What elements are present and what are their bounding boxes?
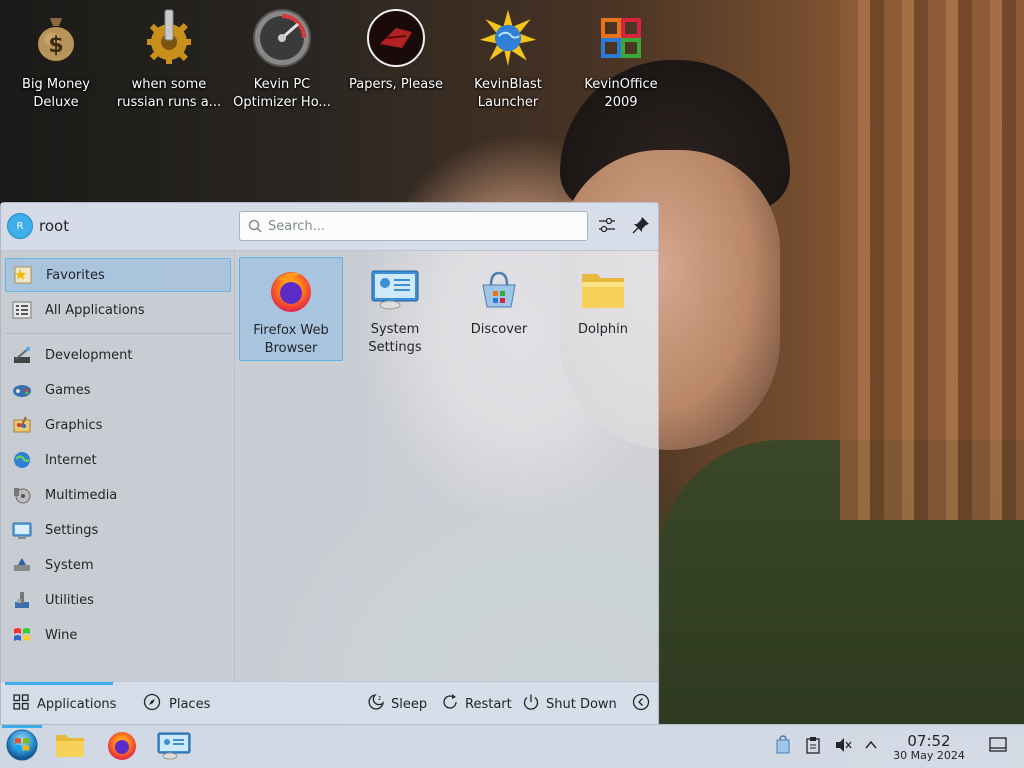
show-desktop-button[interactable] [986, 725, 1010, 768]
category-utilities[interactable]: Utilities [5, 583, 231, 617]
desktop-icon-papers-please[interactable]: Papers, Please [342, 8, 450, 116]
globe-star-icon [478, 8, 538, 68]
desktop-icon-label: Big Money Deluxe [21, 77, 90, 110]
category-settings[interactable]: Settings [5, 513, 231, 547]
gear-icon [139, 8, 199, 68]
desktop-icon-label: when some russian runs a... [116, 77, 222, 110]
office-logo-icon [591, 8, 651, 68]
applications-grid-icon [13, 694, 29, 714]
app-system-settings[interactable]: System Settings [343, 257, 447, 361]
pin-icon [632, 216, 650, 238]
svg-text:z: z [378, 695, 381, 702]
system-settings-icon [157, 730, 191, 764]
app-dolphin[interactable]: Dolphin [551, 257, 655, 361]
sleep-button[interactable]: z Sleep [367, 682, 427, 726]
pin-button[interactable] [629, 215, 653, 239]
system-icon [11, 554, 33, 576]
desktop-icon-label: Kevin PC Optimizer Ho... [233, 77, 331, 110]
settings-icon [11, 519, 33, 541]
category-favorites[interactable]: Favorites [5, 258, 231, 292]
user-name: root [39, 217, 70, 235]
favorites-grid: Firefox Web Browser System Settings Disc… [235, 251, 659, 681]
search-icon [248, 219, 262, 237]
graphics-icon [11, 414, 33, 436]
sleep-icon: z [367, 693, 385, 715]
show-desktop-icon [989, 737, 1007, 757]
sidebar-separator [5, 333, 231, 334]
search-input[interactable] [268, 216, 578, 236]
firefox-icon [106, 729, 138, 765]
shutdown-button[interactable]: Shut Down [522, 682, 617, 726]
category-multimedia[interactable]: Multimedia [5, 478, 231, 512]
category-development[interactable]: Development [5, 338, 231, 372]
tray-discover[interactable] [772, 725, 794, 768]
development-icon [11, 344, 33, 366]
tray-volume[interactable] [832, 725, 854, 768]
volume-muted-icon [834, 736, 852, 758]
desktop-icon-big-money-deluxe[interactable]: $ Big Money Deluxe [2, 8, 110, 116]
desktop-icon-kevinoffice-2009[interactable]: KevinOffice 2009 [567, 8, 675, 116]
configure-button[interactable] [595, 215, 619, 239]
sliders-icon [598, 216, 616, 238]
start-logo-icon [6, 729, 38, 765]
start-menu-button[interactable] [0, 725, 44, 768]
folder-icon [54, 731, 86, 763]
more-actions-button[interactable] [632, 682, 650, 726]
firefox-icon [265, 264, 317, 316]
taskbar-file-manager[interactable] [50, 725, 90, 768]
grid-icon [11, 299, 33, 321]
application-launcher: R root Favorites All Applications [0, 202, 659, 725]
app-firefox[interactable]: Firefox Web Browser [239, 257, 343, 361]
desktop-icon-label: Papers, Please [348, 77, 444, 92]
wine-icon [11, 624, 33, 646]
taskbar: 07:52 30 May 2024 [0, 724, 1024, 768]
category-all-applications[interactable]: All Applications [5, 293, 231, 327]
desktop-icon-kevinblast-launcher[interactable]: KevinBlast Launcher [454, 8, 562, 116]
search-box[interactable] [239, 211, 588, 241]
category-graphics[interactable]: Graphics [5, 408, 231, 442]
tab-places[interactable]: Places [137, 682, 217, 726]
taskbar-system-settings[interactable] [154, 725, 194, 768]
restart-icon [441, 693, 459, 715]
desktop-icon-label: KevinOffice 2009 [584, 77, 658, 110]
tray-expander[interactable] [860, 725, 882, 768]
system-settings-icon [369, 263, 421, 315]
launcher-footer: Applications Places z Sleep Restart Shut… [1, 681, 658, 725]
power-icon [522, 693, 540, 715]
money-bag-icon: $ [26, 8, 86, 68]
tab-applications[interactable]: Applications [5, 682, 117, 726]
multimedia-icon [11, 484, 33, 506]
clipboard-icon [805, 736, 821, 758]
taskbar-firefox[interactable] [102, 725, 142, 768]
papers-please-icon [366, 8, 426, 68]
discover-icon [473, 263, 525, 315]
clock-time: 07:52 [907, 732, 951, 750]
category-sidebar: Favorites All Applications Development G… [1, 251, 235, 681]
svg-text:$: $ [48, 33, 63, 58]
clock-date: 30 May 2024 [893, 749, 965, 762]
folder-icon [577, 263, 629, 315]
user-avatar[interactable]: R [7, 213, 33, 239]
chevron-left-icon [632, 693, 650, 715]
restart-button[interactable]: Restart [441, 682, 512, 726]
utilities-icon [11, 589, 33, 611]
category-games[interactable]: Games [5, 373, 231, 407]
desktop-icon-label: KevinBlast Launcher [474, 77, 542, 110]
games-icon [11, 379, 33, 401]
tray-clipboard[interactable] [802, 725, 824, 768]
desktop-icon-kevin-pc-optimizer[interactable]: Kevin PC Optimizer Ho... [228, 8, 336, 116]
desktop-icon-russian-runs[interactable]: when some russian runs a... [115, 8, 223, 116]
app-discover[interactable]: Discover [447, 257, 551, 361]
favorites-icon [12, 264, 34, 286]
gauge-icon [252, 8, 312, 68]
category-wine[interactable]: Wine [5, 618, 231, 652]
compass-icon [143, 693, 161, 715]
category-system[interactable]: System [5, 548, 231, 582]
clipboard-bag-icon [775, 735, 791, 759]
launcher-header: R root [1, 203, 658, 251]
internet-icon [11, 449, 33, 471]
category-internet[interactable]: Internet [5, 443, 231, 477]
chevron-up-icon [864, 738, 878, 756]
